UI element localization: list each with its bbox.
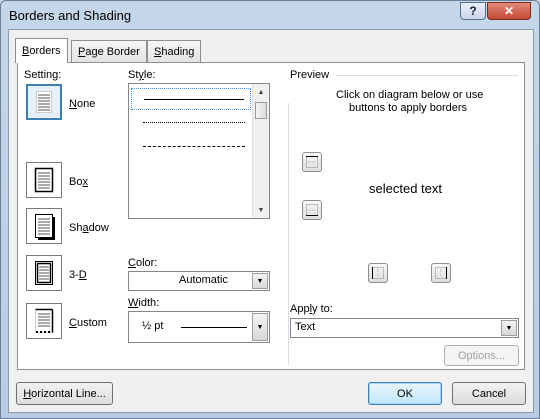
tab-shading[interactable]: Shading xyxy=(147,40,202,62)
window-title: Borders and Shading xyxy=(9,8,132,23)
borders-panel: Setting: None Box Shadow 3-D Custom Styl… xyxy=(17,62,525,370)
setting-3d-icon[interactable] xyxy=(26,255,62,291)
setting-shadow-label[interactable]: Shadow xyxy=(69,222,109,234)
setting-3d-label[interactable]: 3-D xyxy=(69,269,87,281)
chevron-down-icon[interactable]: ▼ xyxy=(252,313,268,341)
style-item-dash-dot[interactable] xyxy=(131,184,251,206)
color-select[interactable]: Automatic ▼ xyxy=(128,271,270,291)
horizontal-line-button[interactable]: Horizontal Line... xyxy=(16,382,113,405)
bottom-border-button[interactable] xyxy=(302,200,322,220)
preview-instructions-2: buttons to apply borders xyxy=(349,102,468,114)
help-button[interactable]: ? xyxy=(460,2,486,20)
style-item-dotted[interactable] xyxy=(131,112,251,134)
setting-shadow-icon[interactable] xyxy=(26,208,62,244)
left-border-icon xyxy=(372,267,384,279)
width-select[interactable]: ½ pt ▼ xyxy=(128,311,270,343)
width-label: Width: xyxy=(128,297,160,309)
setting-none-icon[interactable] xyxy=(26,84,62,120)
close-icon: ✕ xyxy=(503,4,515,18)
column-separator xyxy=(288,103,289,365)
dialog-client-area: Borders Page Border Shading Setting: Non… xyxy=(8,29,534,413)
preview-separator xyxy=(336,75,518,76)
color-label: Color: xyxy=(128,257,158,269)
preview-sample-text[interactable]: selected text xyxy=(369,181,442,196)
chevron-down-icon[interactable]: ▼ xyxy=(501,320,517,336)
setting-label: Setting: xyxy=(24,69,62,81)
width-sample-line xyxy=(181,327,247,328)
apply-to-select[interactable]: Text ▼ xyxy=(290,318,519,338)
options-button[interactable]: Options... xyxy=(444,345,519,366)
chevron-down-icon[interactable]: ▼ xyxy=(252,273,268,289)
setting-box-icon[interactable] xyxy=(26,162,62,198)
setting-custom-icon[interactable] xyxy=(26,303,62,339)
style-item-solid[interactable] xyxy=(131,88,251,110)
tab-page-border[interactable]: Page Border xyxy=(71,40,147,62)
setting-box-label[interactable]: Box xyxy=(69,176,88,188)
style-item-small-dash[interactable] xyxy=(131,136,251,158)
style-item-dash[interactable] xyxy=(131,160,251,182)
setting-none-label[interactable]: None xyxy=(69,98,95,110)
top-border-icon xyxy=(306,156,318,168)
help-icon: ? xyxy=(469,4,477,18)
right-border-icon xyxy=(435,267,447,279)
style-listbox[interactable]: ▲ ▼ xyxy=(128,83,270,219)
ok-button[interactable]: OK xyxy=(368,382,442,405)
preview-label: Preview xyxy=(290,69,330,81)
setting-custom-label[interactable]: Custom xyxy=(69,317,107,329)
top-border-button[interactable] xyxy=(302,152,322,172)
tab-borders[interactable]: Borders xyxy=(15,38,68,63)
style-scrollbar[interactable]: ▲ ▼ xyxy=(252,84,269,218)
scroll-down-icon[interactable]: ▼ xyxy=(253,202,269,218)
dialog-window: Borders and Shading ? ✕ Borders Page Bor… xyxy=(0,0,540,419)
preview-instructions-1: Click on diagram below or use xyxy=(336,89,484,101)
scroll-up-icon[interactable]: ▲ xyxy=(253,84,269,100)
cancel-button[interactable]: Cancel xyxy=(452,382,526,405)
right-border-button[interactable] xyxy=(431,263,451,283)
apply-to-label: Apply to: xyxy=(290,303,333,315)
left-border-button[interactable] xyxy=(368,263,388,283)
scroll-thumb[interactable] xyxy=(255,102,267,119)
close-button[interactable]: ✕ xyxy=(487,2,531,20)
bottom-border-icon xyxy=(306,204,318,216)
style-label: Style: xyxy=(128,69,156,81)
